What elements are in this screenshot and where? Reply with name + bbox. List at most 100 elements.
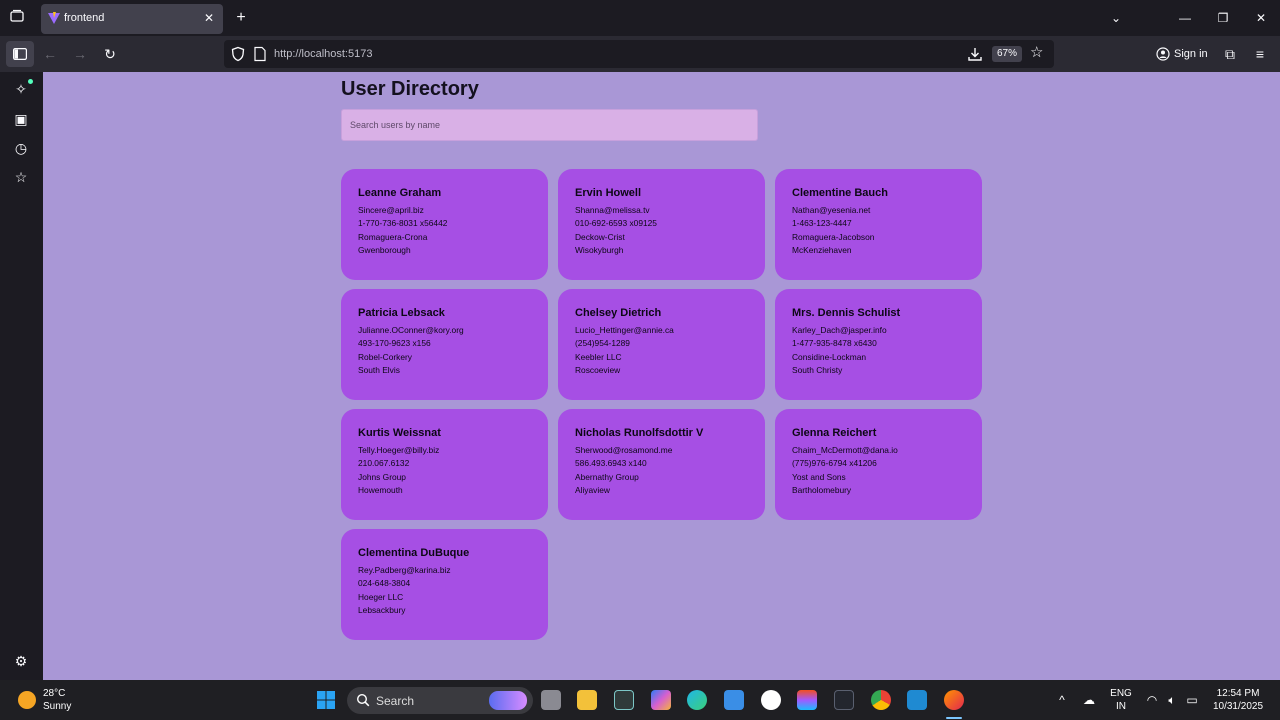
download-icon[interactable] bbox=[967, 46, 983, 62]
user-email: Sincere@april.biz bbox=[358, 205, 424, 215]
search-icon bbox=[356, 693, 370, 707]
zoom-level-button[interactable]: 67% bbox=[992, 46, 1023, 62]
bookmarks-icon[interactable]: ☆ bbox=[12, 168, 30, 186]
restore-icon[interactable]: ❐ bbox=[1213, 8, 1233, 28]
user-city: Bartholomebury bbox=[792, 484, 852, 495]
edge-icon[interactable] bbox=[687, 690, 707, 710]
terminal-icon[interactable] bbox=[614, 690, 634, 710]
copilot-icon[interactable] bbox=[651, 690, 671, 710]
account-icon bbox=[1156, 47, 1170, 61]
tab-title: frontend bbox=[64, 12, 105, 24]
tab-frontend[interactable]: frontend ✕ bbox=[41, 4, 223, 34]
user-city: South Christy bbox=[792, 364, 843, 375]
forward-icon[interactable]: → bbox=[70, 44, 90, 64]
user-city: Roscoeview bbox=[575, 364, 621, 375]
user-phone: 024-648-3804 bbox=[358, 578, 411, 589]
tab-list-icon[interactable] bbox=[6, 8, 28, 28]
user-card: Nicholas Runolfsdottir V Sherwood@rosamo… bbox=[558, 409, 765, 520]
wifi-icon[interactable]: ◠ bbox=[1144, 692, 1160, 708]
user-company: Romaguera-Jacobson bbox=[792, 231, 875, 242]
back-icon[interactable]: ← bbox=[40, 44, 60, 64]
user-city: Gwenborough bbox=[358, 244, 411, 255]
sidebar-toggle-button[interactable] bbox=[6, 41, 34, 67]
ai-sparkle-icon[interactable]: ✧ bbox=[12, 80, 30, 98]
close-window-icon[interactable]: ✕ bbox=[1251, 8, 1271, 28]
user-name: Ervin Howell bbox=[575, 187, 642, 199]
shield-icon[interactable] bbox=[230, 46, 246, 62]
page-title: User Directory bbox=[341, 78, 479, 100]
navigation-bar: ← → ↻ http://localhost:5173 67% ☆ Sign i… bbox=[0, 36, 1280, 72]
user-company: Deckow-Crist bbox=[575, 231, 625, 242]
synced-tabs-icon[interactable]: ▣ bbox=[12, 110, 30, 128]
user-phone: 586.493.6943 x140 bbox=[575, 458, 647, 469]
chrome-icon[interactable] bbox=[871, 690, 891, 710]
tab-close-icon[interactable]: ✕ bbox=[201, 10, 217, 26]
weather-temperature[interactable]: 28°C bbox=[43, 688, 65, 699]
user-name: Mrs. Dennis Schulist bbox=[792, 307, 901, 319]
menu-icon[interactable]: ≡ bbox=[1250, 44, 1270, 64]
new-tab-icon[interactable]: + bbox=[232, 9, 250, 27]
user-card: Ervin Howell Shanna@melissa.tv 010-692-6… bbox=[558, 169, 765, 280]
user-company: Keebler LLC bbox=[575, 351, 622, 362]
volume-icon[interactable]: 🔈︎ bbox=[1164, 692, 1180, 708]
history-icon[interactable]: ◷ bbox=[12, 139, 30, 157]
weather-sun-icon[interactable] bbox=[18, 691, 36, 709]
task-view-icon[interactable] bbox=[541, 690, 561, 710]
user-name: Chelsey Dietrich bbox=[575, 307, 662, 319]
search-highlight-icon bbox=[489, 691, 527, 710]
settings-gear-icon[interactable]: ⚙ bbox=[12, 652, 30, 670]
user-company: Robel-Corkery bbox=[358, 351, 412, 362]
user-card: Leanne Graham Sincere@april.biz 1-770-73… bbox=[341, 169, 548, 280]
bookmark-star-icon[interactable]: ☆ bbox=[1030, 45, 1046, 61]
figma-icon[interactable] bbox=[797, 690, 817, 710]
user-city: Aliyaview bbox=[575, 484, 610, 495]
extensions-icon[interactable]: ⧉ bbox=[1220, 44, 1240, 64]
taskbar-search-box[interactable]: Search bbox=[347, 687, 533, 714]
minimize-icon[interactable]: — bbox=[1175, 8, 1195, 28]
reload-icon[interactable]: ↻ bbox=[100, 44, 120, 64]
notepad-icon[interactable] bbox=[724, 690, 744, 710]
clock-time[interactable]: 12:54 PM bbox=[1206, 688, 1270, 699]
page-info-icon[interactable] bbox=[253, 46, 267, 62]
android-studio-icon[interactable] bbox=[761, 690, 781, 710]
show-hidden-icons-chevron-icon[interactable]: ^ bbox=[1054, 692, 1070, 708]
language-indicator-bottom[interactable]: IN bbox=[1110, 701, 1132, 712]
user-email: Julianne.OConner@kory.org bbox=[358, 325, 464, 335]
user-card: Chelsey Dietrich Lucio_Hettinger@annie.c… bbox=[558, 289, 765, 400]
onedrive-cloud-icon[interactable]: ☁ bbox=[1081, 692, 1097, 708]
search-input[interactable] bbox=[341, 109, 758, 141]
user-phone: (254)954-1289 bbox=[575, 338, 630, 349]
user-card: Glenna Reichert Chaim_McDermott@dana.io … bbox=[775, 409, 982, 520]
list-all-tabs-icon[interactable]: ⌄ bbox=[1106, 8, 1126, 28]
vscode-icon[interactable] bbox=[907, 690, 927, 710]
user-phone: 010-692-6593 x09125 bbox=[575, 218, 657, 229]
user-company: Considine-Lockman bbox=[792, 351, 867, 362]
user-name: Kurtis Weissnat bbox=[358, 427, 441, 439]
user-card: Clementine Bauch Nathan@yesenia.net 1-46… bbox=[775, 169, 982, 280]
clock-date[interactable]: 10/31/2025 bbox=[1206, 701, 1270, 712]
browser-sidebar: ✧ ▣ ◷ ☆ ⚙ bbox=[0, 72, 42, 680]
active-app-indicator bbox=[946, 717, 962, 719]
firefox-icon[interactable] bbox=[944, 690, 964, 710]
url-bar[interactable]: http://localhost:5173 67% ☆ bbox=[224, 40, 1054, 68]
battery-icon[interactable]: ▭ bbox=[1184, 692, 1200, 708]
taskbar-search-label: Search bbox=[376, 694, 415, 708]
sign-in-button[interactable]: Sign in bbox=[1152, 43, 1208, 65]
user-phone: 210.067.6132 bbox=[358, 458, 410, 469]
user-name: Patricia Lebsack bbox=[358, 307, 445, 319]
weather-description[interactable]: Sunny bbox=[43, 701, 71, 712]
user-company: Hoeger LLC bbox=[358, 591, 404, 602]
url-text[interactable]: http://localhost:5173 bbox=[274, 48, 372, 60]
user-phone: (775)976-6794 x41206 bbox=[792, 458, 877, 469]
user-email: Sherwood@rosamond.me bbox=[575, 445, 673, 455]
page-content: User Directory Leanne Graham Sincere@apr… bbox=[43, 72, 1280, 680]
user-email: Telly.Hoeger@billy.biz bbox=[358, 445, 440, 455]
user-company: Yost and Sons bbox=[792, 471, 846, 482]
user-city: Wisokyburgh bbox=[575, 244, 624, 255]
user-phone: 1-463-123-4447 bbox=[792, 218, 852, 229]
mysql-workbench-icon[interactable] bbox=[834, 690, 854, 710]
user-phone: 1-770-736-8031 x56442 bbox=[358, 218, 448, 229]
language-indicator-top[interactable]: ENG bbox=[1110, 688, 1132, 699]
windows-start-icon[interactable] bbox=[316, 690, 336, 710]
file-explorer-icon[interactable] bbox=[577, 690, 597, 710]
